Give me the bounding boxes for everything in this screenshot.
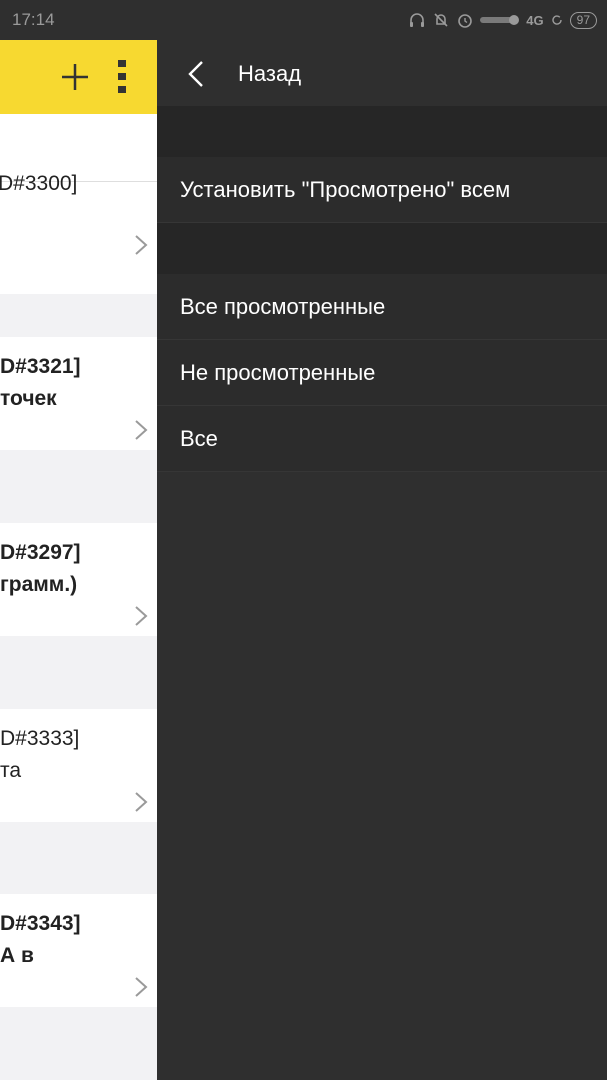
menu-item-filter-viewed[interactable]: Все просмотренные	[157, 274, 607, 340]
plus-icon[interactable]	[60, 62, 90, 92]
list-header	[0, 40, 157, 114]
menu-item-label: Все	[180, 426, 218, 451]
list-item[interactable]: D#3343] А в	[0, 894, 157, 1007]
menu-item-filter-not-viewed[interactable]: Не просмотренные	[157, 340, 607, 406]
list-item[interactable]: D#3321] точек	[0, 337, 157, 450]
back-arrow-icon[interactable]	[187, 60, 205, 88]
status-bar: 17:14 4G 97	[0, 0, 607, 40]
menu-item-mark-all-viewed[interactable]: Установить "Просмотрено" всем	[157, 157, 607, 223]
headphones-icon	[410, 13, 425, 27]
bell-off-icon	[434, 13, 448, 27]
item-id: D#3333]	[0, 727, 80, 750]
status-time: 17:14	[12, 10, 55, 29]
list-item[interactable]: D#3300]	[0, 114, 157, 294]
more-vertical-icon[interactable]	[116, 60, 128, 94]
menu-item-filter-all[interactable]: Все	[157, 406, 607, 472]
sync-icon	[551, 15, 562, 25]
item-title: точек	[0, 387, 57, 410]
alarm-icon	[458, 14, 473, 28]
chevron-right-icon	[135, 977, 148, 997]
list-item[interactable]: D#3333] та	[0, 709, 157, 822]
item-id: D#3297]	[0, 541, 81, 564]
drawer-menu: Назад Установить "Просмотрено" всем Все …	[157, 40, 607, 1080]
network-label: 4G	[526, 12, 544, 28]
back-button[interactable]: Назад	[238, 61, 301, 87]
chevron-right-icon	[135, 420, 148, 440]
battery-indicator: 97	[569, 11, 597, 29]
chevron-right-icon	[135, 792, 148, 812]
signal-icon	[480, 15, 520, 25]
status-icons: 4G 97	[408, 8, 597, 32]
menu-section-spacer	[157, 223, 607, 274]
menu-item-label: Не просмотренные	[180, 360, 376, 385]
menu-item-label: Все просмотренные	[180, 294, 386, 319]
item-id: D#3321]	[0, 355, 81, 378]
item-title: грамм.)	[0, 573, 78, 596]
menu-section-spacer	[157, 106, 607, 157]
menu-item-label: Установить "Просмотрено" всем	[180, 177, 511, 202]
item-id: D#3300]	[0, 172, 78, 195]
underlying-list-panel: D#3300] D#3321] точек D#3297] грамм.) D#…	[0, 40, 157, 1080]
menu-topbar: Назад	[157, 40, 607, 106]
item-title: А в	[0, 944, 34, 967]
list-item[interactable]: D#3297] грамм.)	[0, 523, 157, 636]
chevron-right-icon	[135, 235, 148, 255]
item-title: та	[0, 759, 22, 782]
chevron-right-icon	[135, 606, 148, 626]
item-id: D#3343]	[0, 912, 81, 935]
